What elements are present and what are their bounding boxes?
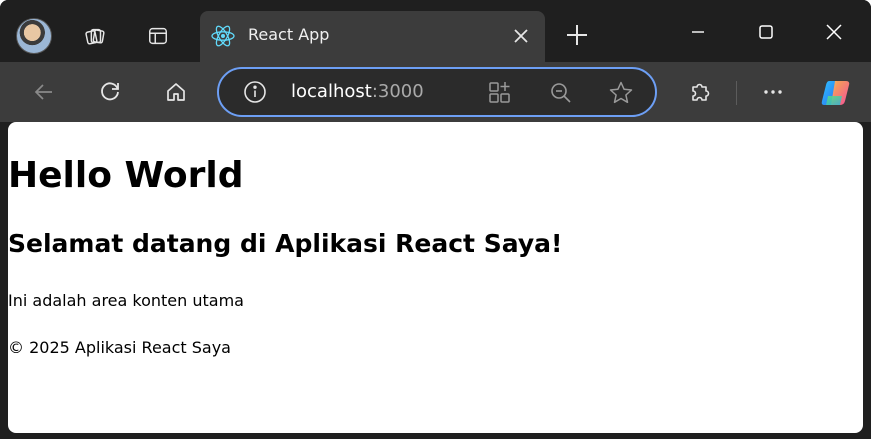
page-viewport: Hello World Selamat datang di Aplikasi R… (8, 122, 863, 433)
url-host: localhost (291, 81, 372, 102)
zoom-out-icon[interactable] (548, 80, 574, 106)
close-tab-icon[interactable] (511, 26, 531, 46)
page-footer: © 2025 Aplikasi React Saya (8, 338, 231, 357)
page-heading: Hello World (8, 155, 244, 196)
browser-window: React App localhost:3000 Hello World Sel… (0, 0, 871, 439)
profile-avatar[interactable] (16, 18, 52, 54)
browser-toolbar: localhost:3000 (0, 62, 871, 122)
minimize-icon[interactable] (682, 17, 714, 47)
puzzle-icon[interactable] (683, 75, 717, 109)
close-window-icon[interactable] (818, 17, 850, 47)
url-text[interactable]: localhost:3000 (291, 81, 424, 102)
page-subheading: Selamat datang di Aplikasi React Saya! (8, 229, 563, 258)
home-icon[interactable] (159, 75, 193, 109)
app-add-icon[interactable] (487, 80, 513, 106)
toolbar-separator (736, 81, 737, 105)
address-bar[interactable]: localhost:3000 (217, 67, 657, 117)
copilot-icon[interactable] (820, 78, 852, 108)
workspaces-icon[interactable] (79, 20, 111, 52)
refresh-icon[interactable] (93, 75, 127, 109)
main-content-text: Ini adalah area konten utama (8, 291, 244, 310)
more-icon[interactable] (756, 75, 790, 109)
react-logo-icon (211, 25, 235, 47)
back-arrow-icon[interactable] (27, 75, 61, 109)
maximize-icon[interactable] (750, 17, 782, 47)
tab-title: React App (248, 25, 330, 44)
tab-strip: React App (0, 0, 871, 62)
url-port: :3000 (371, 81, 424, 102)
info-icon[interactable] (243, 80, 267, 104)
tab-react-app[interactable]: React App (200, 11, 545, 62)
new-tab-plus-icon[interactable] (562, 20, 592, 50)
star-icon[interactable] (608, 80, 634, 106)
tab-actions-icon[interactable] (142, 20, 174, 52)
